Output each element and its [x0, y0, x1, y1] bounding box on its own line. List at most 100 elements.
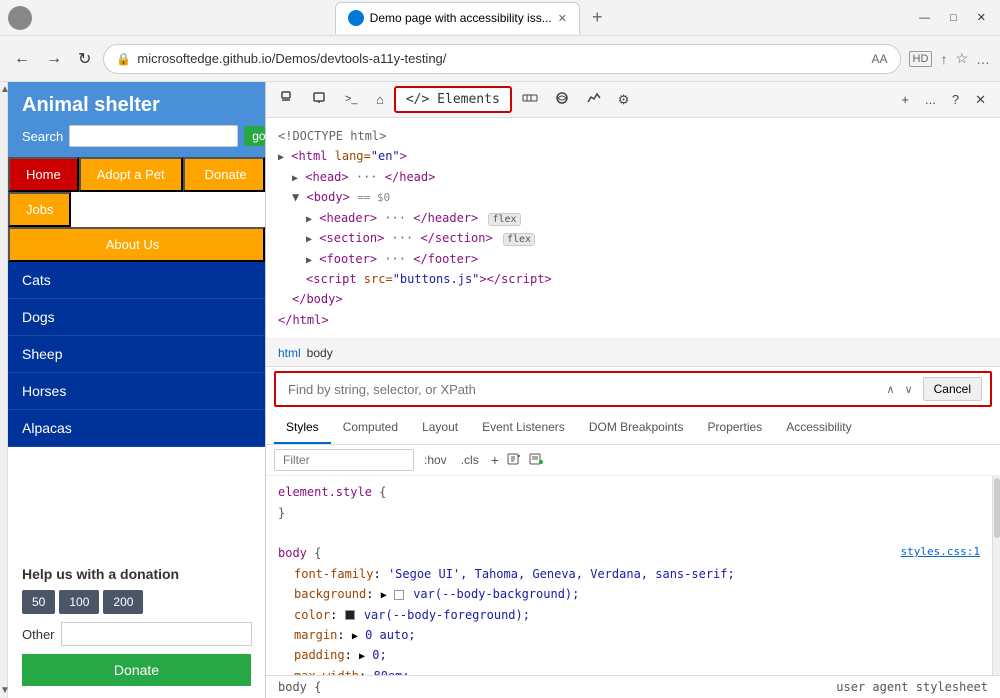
amount-200-button[interactable]: 200	[103, 590, 143, 614]
nav-about-button[interactable]: About Us	[8, 227, 265, 262]
list-item-dogs[interactable]: Dogs	[8, 299, 265, 336]
tab-computed[interactable]: Computed	[331, 412, 410, 444]
nav-home-button[interactable]: Home	[8, 157, 79, 192]
more-tools-button[interactable]: +	[895, 88, 915, 111]
device-icon	[312, 90, 328, 106]
body-rule-header: styles.css:1 body {	[278, 543, 980, 563]
search-input[interactable]	[69, 125, 238, 147]
hd-icon[interactable]: HD	[909, 51, 933, 67]
script-line: <script src="buttons.js"></script>	[306, 269, 988, 289]
inspect-element-button[interactable]	[274, 86, 302, 113]
home-button[interactable]: ⌂	[370, 88, 390, 111]
other-amount-input[interactable]	[61, 622, 252, 646]
settings-menu[interactable]: …	[976, 51, 990, 67]
tab-layout[interactable]: Layout	[410, 412, 470, 444]
add-style-rule-button[interactable]: +	[489, 450, 501, 470]
close-devtools-button[interactable]: ✕	[969, 88, 992, 112]
font-family-rule: font-family: 'Segoe UI', Tahoma, Geneva,…	[278, 564, 980, 584]
profile-avatar[interactable]	[8, 6, 32, 30]
list-item-sheep[interactable]: Sheep	[8, 336, 265, 373]
sources-button[interactable]	[548, 86, 576, 113]
svg-text:>_: >_	[345, 93, 358, 105]
other-row: Other	[22, 622, 251, 646]
devtools-toolbar: >_ ⌂ </> Elements	[266, 82, 1000, 118]
amount-100-button[interactable]: 100	[59, 590, 99, 614]
settings-button[interactable]: ⚙	[612, 88, 636, 112]
minimize-button[interactable]: —	[913, 10, 936, 26]
css-source-link[interactable]: styles.css:1	[901, 543, 980, 562]
find-nav: ∧ ∨	[883, 381, 917, 398]
tab-event-listeners[interactable]: Event Listeners	[470, 412, 577, 444]
footer-line[interactable]: ▶ <footer> ··· </footer>	[306, 249, 988, 269]
title-bar-left	[8, 6, 32, 30]
title-bar: Demo page with accessibility iss... ✕ + …	[0, 0, 1000, 36]
list-item-alpacas[interactable]: Alpacas	[8, 410, 265, 447]
forward-button[interactable]: →	[42, 46, 66, 72]
element-state-button[interactable]	[527, 450, 545, 471]
find-down-button[interactable]: ∨	[901, 381, 917, 398]
find-up-button[interactable]: ∧	[883, 381, 899, 398]
css-scrollbar-thumb[interactable]	[994, 478, 1000, 538]
tab-accessibility[interactable]: Accessibility	[774, 412, 863, 444]
amount-50-button[interactable]: 50	[22, 590, 55, 614]
scroll-up[interactable]: ▲	[0, 82, 7, 97]
back-button[interactable]: ←	[10, 46, 34, 72]
shelter-header: Animal shelter Search go	[8, 82, 265, 157]
head-line[interactable]: ▶ <head> ··· </head>	[292, 167, 988, 187]
device-emulation-button[interactable]	[306, 86, 334, 113]
section-line[interactable]: ▶ <section> ··· </section> flex	[306, 228, 988, 248]
active-tab[interactable]: Demo page with accessibility iss... ✕	[335, 2, 580, 34]
search-bar: Search go	[22, 125, 251, 147]
tab-dom-breakpoints[interactable]: DOM Breakpoints	[577, 412, 696, 444]
breadcrumb: html body	[266, 339, 1000, 367]
console-button[interactable]: >_	[338, 86, 366, 113]
share-icon[interactable]: ↑	[940, 51, 947, 67]
refresh-button[interactable]: ↻	[74, 45, 95, 73]
css-rules-panel: element.style { } styles.css:1 body { fo…	[266, 476, 992, 675]
element-style-close: }	[278, 503, 980, 523]
new-rule-icon	[507, 452, 521, 466]
find-cancel-button[interactable]: Cancel	[923, 377, 982, 401]
devtools-more-button[interactable]: ...	[919, 88, 942, 111]
new-style-rule-button[interactable]	[505, 450, 523, 471]
styles-filter-input[interactable]	[274, 449, 414, 471]
url-text: microsoftedge.github.io/Demos/devtools-a…	[137, 51, 865, 66]
body-line[interactable]: ▼ <body> == $0	[292, 187, 988, 208]
url-bar[interactable]: 🔒 microsoftedge.github.io/Demos/devtools…	[103, 44, 900, 74]
class-filter-button[interactable]: .cls	[457, 451, 483, 469]
elements-panel-button[interactable]: </> Elements	[394, 86, 512, 113]
find-input[interactable]	[284, 380, 877, 399]
nav-adopt-button[interactable]: Adopt a Pet	[79, 157, 183, 192]
list-item-cats[interactable]: Cats	[8, 262, 265, 299]
breadcrumb-html[interactable]: html	[278, 346, 301, 360]
list-item-horses[interactable]: Horses	[8, 373, 265, 410]
other-label: Other	[22, 627, 55, 642]
maximize-button[interactable]: □	[944, 10, 963, 26]
performance-button[interactable]	[580, 86, 608, 113]
left-scrollbar[interactable]: ▲ ▼	[0, 82, 8, 698]
breadcrumb-body[interactable]: body	[307, 346, 333, 360]
scroll-down[interactable]: ▼	[0, 683, 7, 698]
search-go-button[interactable]: go	[244, 126, 266, 146]
nav-donate-button[interactable]: Donate	[183, 157, 265, 192]
color-swatch	[345, 610, 355, 620]
nav-jobs-button[interactable]: Jobs	[8, 192, 71, 227]
header-line[interactable]: ▶ <header> ··· </header> flex	[306, 208, 988, 228]
bottom-source: user agent stylesheet	[836, 680, 988, 694]
html-line[interactable]: ▶ <html lang="en">	[278, 146, 988, 166]
tab-title: Demo page with accessibility iss...	[370, 11, 552, 25]
find-bar: ∧ ∨ Cancel	[274, 371, 992, 407]
help-button[interactable]: ?	[946, 88, 965, 111]
network-button[interactable]	[516, 86, 544, 113]
hover-filter-button[interactable]: :hov	[420, 451, 451, 469]
tab-close-button[interactable]: ✕	[558, 12, 567, 25]
tab-properties[interactable]: Properties	[696, 412, 775, 444]
close-window-button[interactable]: ✕	[971, 9, 992, 26]
new-tab-button[interactable]: +	[584, 3, 611, 32]
donate-button[interactable]: Donate	[22, 654, 251, 686]
tab-styles[interactable]: Styles	[274, 412, 331, 444]
tab-favicon	[348, 10, 364, 26]
css-scrollbar[interactable]	[992, 476, 1000, 675]
color-rule: color: var(--body-foreground);	[278, 605, 980, 625]
favorites-icon[interactable]: ☆	[955, 50, 968, 67]
